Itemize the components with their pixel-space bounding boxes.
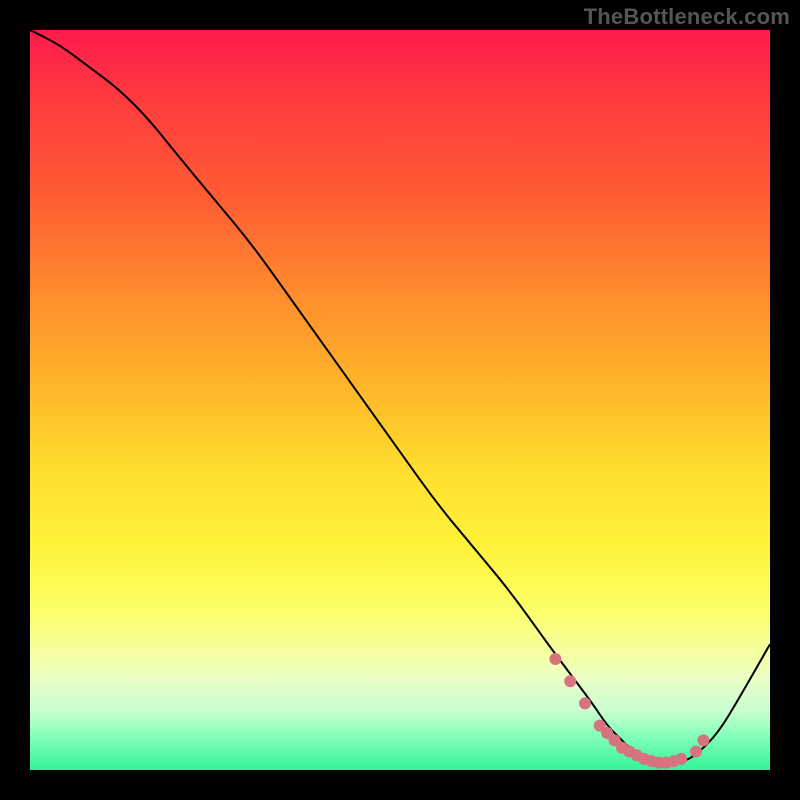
dot — [697, 734, 709, 746]
plot-area — [30, 30, 770, 770]
dot — [579, 697, 591, 709]
chart-frame: TheBottleneck.com — [0, 0, 800, 800]
curve-line — [30, 30, 770, 763]
dot — [549, 653, 561, 665]
dot — [690, 746, 702, 758]
highlight-dots — [549, 653, 709, 769]
dot — [564, 675, 576, 687]
chart-svg — [30, 30, 770, 770]
dot — [675, 753, 687, 765]
watermark-text: TheBottleneck.com — [584, 4, 790, 30]
